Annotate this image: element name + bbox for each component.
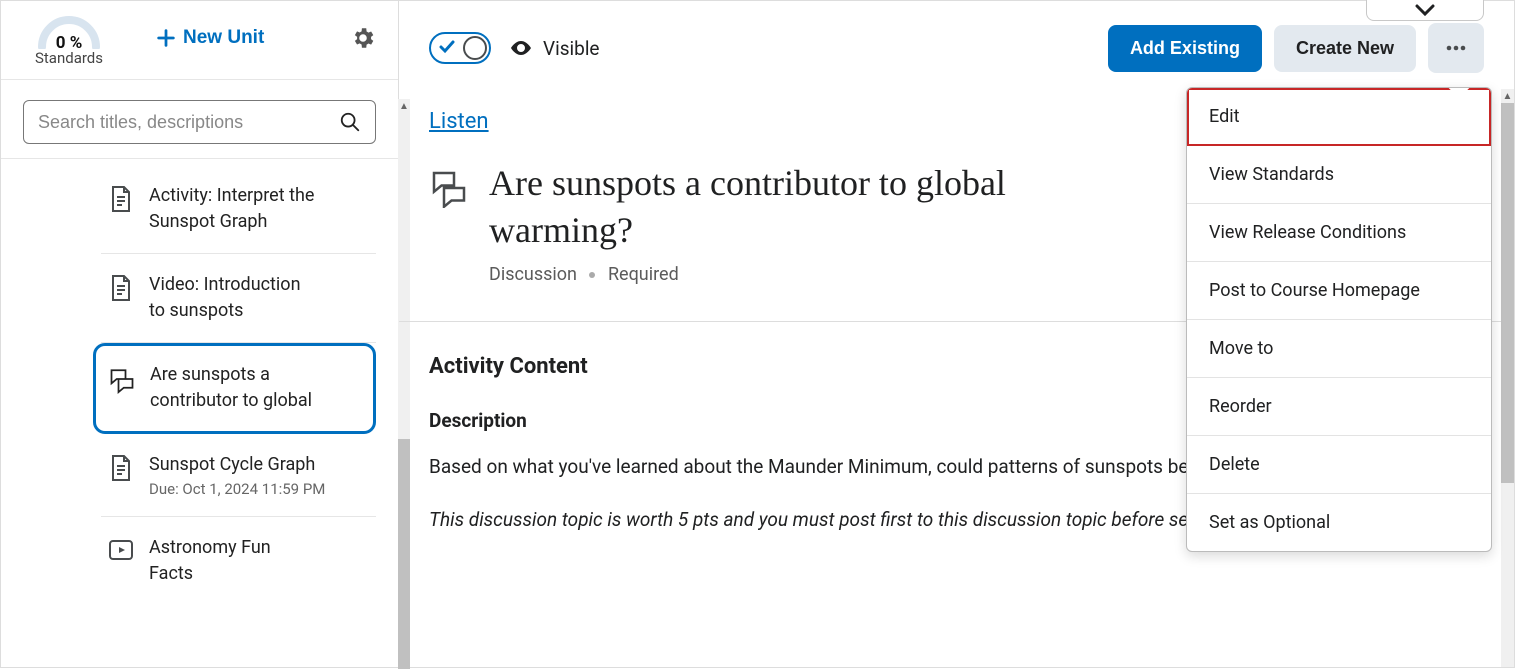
nav-item-video-intro[interactable]: Video: Introduction to sunspots (101, 254, 376, 343)
menu-item-post-homepage[interactable]: Post to Course Homepage (1187, 262, 1491, 320)
discussion-icon (429, 168, 469, 212)
sidebar-header: 0 % Standards New Unit (1, 1, 398, 80)
add-existing-button[interactable]: Add Existing (1108, 25, 1262, 72)
check-icon (439, 39, 455, 59)
listen-link[interactable]: Listen (429, 109, 489, 134)
nav-item-sunspot-cycle[interactable]: Sunspot Cycle Graph Due: Oct 1, 2024 11:… (101, 434, 376, 517)
visibility-toggle[interactable] (429, 32, 491, 64)
menu-item-move-to[interactable]: Move to (1187, 320, 1491, 378)
sidebar: 0 % Standards New Unit (1, 1, 399, 667)
menu-item-delete[interactable]: Delete (1187, 436, 1491, 494)
plus-icon (155, 27, 177, 49)
more-actions-menu: Edit View Standards View Release Conditi… (1186, 87, 1492, 552)
page-icon (107, 185, 135, 213)
discussion-icon (108, 364, 136, 392)
search-icon (339, 111, 361, 133)
visibility-label: Visible (543, 37, 600, 60)
main-header: Visible Add Existing Create New (399, 1, 1514, 95)
nav-item-sunspots-discussion[interactable]: Are sunspots a contributor to global (93, 343, 376, 433)
standards-gauge: 0 % (34, 13, 104, 49)
topic-title: Are sunspots a contributor to global war… (489, 160, 1049, 254)
nav-item-astronomy-fun[interactable]: Astronomy Fun Facts (101, 517, 376, 605)
menu-item-view-standards[interactable]: View Standards (1187, 146, 1491, 204)
eye-icon (509, 36, 533, 60)
topic-required: Required (608, 264, 679, 285)
gear-icon (350, 25, 376, 51)
new-unit-label: New Unit (183, 27, 264, 49)
menu-item-view-release-conditions[interactable]: View Release Conditions (1187, 204, 1491, 262)
visibility-label-group: Visible (509, 36, 600, 60)
main-scrollbar[interactable]: ▲ (1501, 89, 1514, 667)
create-new-button[interactable]: Create New (1274, 25, 1416, 72)
main-area: Visible Add Existing Create New Listen (399, 1, 1514, 667)
menu-item-set-optional[interactable]: Set as Optional (1187, 494, 1491, 551)
topic-meta: Discussion Required (489, 264, 1049, 285)
settings-button[interactable] (350, 25, 376, 51)
nav-item-title: Astronomy Fun Facts (149, 535, 319, 587)
nav-item-title: Video: Introduction to sunspots (149, 272, 319, 324)
more-actions-button[interactable] (1428, 23, 1484, 73)
chevron-down-icon (1415, 4, 1435, 16)
video-icon (107, 537, 135, 565)
standards-gauge-block[interactable]: 0 % Standards (19, 9, 119, 67)
ellipsis-icon (1444, 36, 1468, 60)
menu-item-reorder[interactable]: Reorder (1187, 378, 1491, 436)
menu-item-edit[interactable]: Edit (1187, 88, 1491, 146)
new-unit-button[interactable]: New Unit (155, 27, 264, 49)
header-actions: Add Existing Create New (1108, 23, 1484, 73)
search-section (1, 80, 398, 159)
page-icon (107, 454, 135, 482)
search-input[interactable] (38, 112, 329, 133)
topic-type: Discussion (489, 264, 577, 285)
standards-percent: 0 % (34, 33, 104, 53)
nav-item-title: Activity: Interpret the Sunspot Graph (149, 183, 319, 235)
nav-item-title: Sunspot Cycle Graph (149, 452, 319, 478)
toggle-knob (463, 36, 487, 60)
nav-item-title: Are sunspots a contributor to global (150, 362, 320, 414)
page-icon (107, 274, 135, 302)
expand-tab[interactable] (1366, 0, 1484, 21)
nav-item-activity-interpret[interactable]: Activity: Interpret the Sunspot Graph (101, 165, 376, 254)
nav-list[interactable]: Activity: Interpret the Sunspot Graph Vi… (1, 159, 398, 667)
search-box[interactable] (23, 100, 376, 144)
nav-item-meta: Due: Oct 1, 2024 11:59 PM (149, 480, 325, 498)
